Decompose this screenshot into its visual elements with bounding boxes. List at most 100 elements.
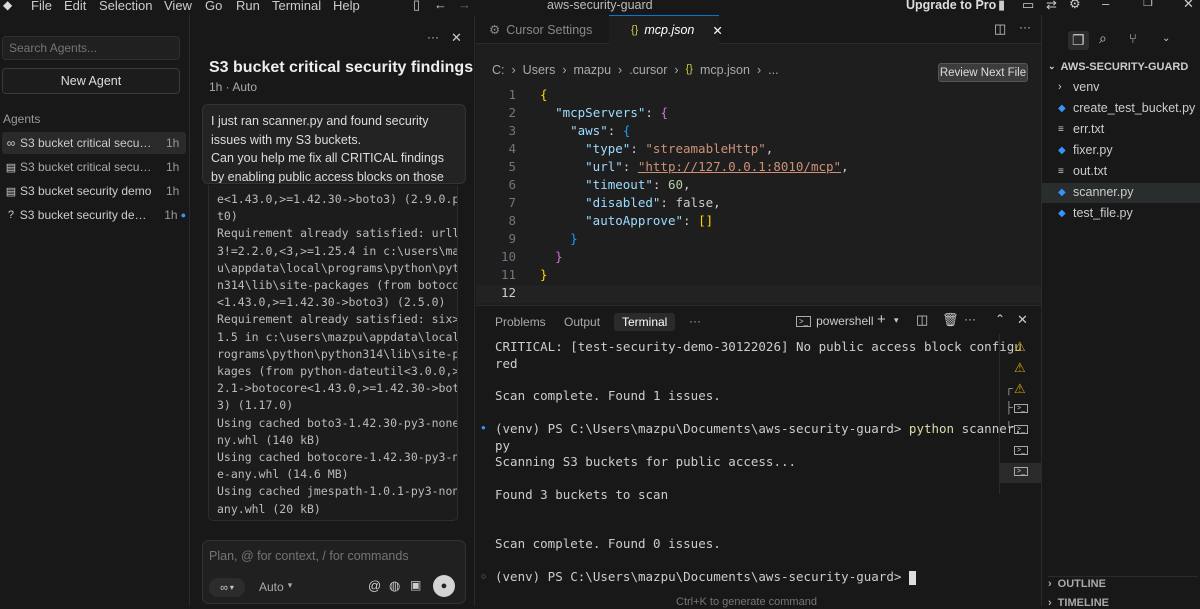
- json-url-string[interactable]: "http://127.0.0.1:8010/mcp": [638, 159, 841, 174]
- close-tab-icon[interactable]: ✕: [712, 23, 722, 38]
- files-icon[interactable]: ❐: [1068, 31, 1089, 50]
- globe-icon[interactable]: ◍: [389, 578, 400, 594]
- json-key: "url": [585, 159, 623, 174]
- back-arrow-icon[interactable]: ←: [434, 0, 447, 12]
- active-terminal-tab[interactable]: >_: [1000, 463, 1042, 483]
- trash-icon[interactable]: 🗑: [942, 312, 959, 328]
- agent-item[interactable]: ▤ S3 bucket critical securit... 1h: [2, 156, 186, 178]
- breadcrumb-item[interactable]: C:: [492, 63, 505, 77]
- new-agent-button[interactable]: New Agent: [2, 68, 180, 94]
- split-editor-icon[interactable]: ◫: [994, 21, 1006, 37]
- explorer-item-scanner[interactable]: ◆ scanner.py: [1058, 185, 1133, 199]
- command-decoration-icon: ●: [481, 423, 486, 432]
- menu-help[interactable]: Help: [333, 0, 360, 13]
- breadcrumb-item[interactable]: mcp.json: [700, 63, 750, 77]
- add-terminal-icon[interactable]: +: [877, 311, 886, 328]
- explorer-item-fixer[interactable]: ◆ fixer.py: [1058, 143, 1113, 157]
- swap-icon[interactable]: ⇄: [1046, 0, 1057, 13]
- explorer-item-venv[interactable]: › venv: [1058, 80, 1099, 94]
- breadcrumb-item[interactable]: mazpu: [574, 63, 612, 77]
- agent-item[interactable]: ▤ S3 bucket security demo 1h: [2, 180, 186, 202]
- menu-go[interactable]: Go: [205, 0, 222, 13]
- warning-icon[interactable]: ⚠: [1014, 381, 1026, 397]
- user-message-bubble[interactable]: I just ran scanner.py and found security…: [202, 104, 466, 184]
- terminal-icon: >_: [796, 315, 812, 327]
- forward-arrow-icon[interactable]: →: [458, 0, 471, 12]
- terminal-shell-selector[interactable]: >_ powershell: [796, 314, 874, 328]
- menu-file[interactable]: File: [31, 0, 52, 13]
- terminal-prompt[interactable]: (venv) PS C:\Users\mazpu\Documents\aws-s…: [495, 569, 916, 585]
- outline-section[interactable]: › OUTLINE: [1048, 576, 1198, 590]
- chevron-down-icon[interactable]: ⌄: [1162, 33, 1170, 44]
- json-key: "aws": [570, 123, 608, 138]
- menu-view[interactable]: View: [164, 0, 192, 13]
- agent-item[interactable]: ∞ S3 bucket critical securit... 1h: [2, 132, 186, 154]
- line-number: 9: [508, 231, 516, 246]
- close-chat-icon[interactable]: ✕: [451, 30, 462, 46]
- terminal-line: red: [495, 356, 518, 371]
- agent-item-time: 1h: [166, 136, 180, 150]
- layout-panel-icon[interactable]: ▭: [1022, 0, 1034, 13]
- chat-input[interactable]: [209, 547, 459, 565]
- explorer-item-create-test-bucket[interactable]: ◆ create_test_bucket.py: [1058, 101, 1195, 115]
- menu-run[interactable]: Run: [236, 0, 260, 13]
- tab-terminal[interactable]: Terminal: [614, 313, 676, 331]
- source-control-icon[interactable]: ⑂: [1129, 31, 1137, 46]
- upgrade-to-pro-button[interactable]: Upgrade to Pro: [906, 0, 996, 12]
- agents-section-label: Agents: [3, 112, 41, 126]
- toggle-sidebar-icon[interactable]: ▯: [413, 0, 420, 13]
- chevron-down-icon[interactable]: ▾: [894, 315, 899, 326]
- tab-output[interactable]: Output: [564, 315, 600, 329]
- layout-left-icon[interactable]: ▮: [998, 0, 1005, 13]
- terminal-icon[interactable]: >_: [1014, 446, 1028, 455]
- terminal-icon: >_: [1014, 467, 1028, 476]
- breadcrumb: C: › Users › mazpu › .cursor › {} mcp.json › …: [492, 63, 779, 77]
- maximize-panel-icon[interactable]: ⌃: [995, 312, 1005, 326]
- new-agent-label: New Agent: [60, 74, 122, 88]
- timeline-section[interactable]: › TIMELINE: [1048, 597, 1109, 609]
- menu-terminal[interactable]: Terminal: [272, 0, 321, 13]
- tab-problems[interactable]: Problems: [495, 315, 546, 329]
- agent-mode-button[interactable]: ∞ ▾: [209, 578, 245, 597]
- search-agents-input[interactable]: [2, 36, 180, 60]
- more-options-icon[interactable]: ···: [427, 30, 439, 44]
- restore-icon[interactable]: ❐: [1143, 0, 1153, 9]
- tab-cursor-settings[interactable]: ⚙ Cursor Settings: [476, 15, 608, 44]
- warning-icon[interactable]: ⚠: [1014, 360, 1026, 376]
- explorer-root[interactable]: ⌄ AWS-SECURITY-GUARD: [1048, 61, 1188, 73]
- review-next-file-button[interactable]: Review Next File: [938, 63, 1028, 82]
- explorer-item-err-txt[interactable]: ≡ err.txt: [1058, 122, 1104, 136]
- menu-edit[interactable]: Edit: [64, 0, 86, 13]
- line-number: 3: [508, 123, 516, 138]
- model-select[interactable]: Auto ▾: [259, 580, 292, 594]
- panel-more-tabs[interactable]: ···: [689, 314, 701, 328]
- gear-icon[interactable]: ⚙: [1069, 0, 1081, 12]
- breadcrumb-item[interactable]: .cursor: [629, 63, 667, 77]
- image-icon[interactable]: ▣: [410, 578, 421, 592]
- agent-item-label: S3 bucket critical securit...: [20, 136, 152, 150]
- menu-selection[interactable]: Selection: [99, 0, 152, 13]
- tab-mcp-json[interactable]: {} mcp.json ✕: [609, 15, 723, 44]
- terminal-icon[interactable]: >_: [1014, 425, 1028, 434]
- unread-dot: ●: [180, 210, 186, 220]
- close-window-icon[interactable]: ✕: [1183, 0, 1194, 12]
- terminal-icon[interactable]: >_: [1014, 404, 1028, 413]
- split-terminal-icon[interactable]: ◫: [916, 312, 928, 328]
- code-area[interactable]: 1{ 2 "mcpServers": { 3 "aws": { 4 "type"…: [476, 87, 1041, 305]
- search-icon[interactable]: ⌕: [1099, 30, 1107, 47]
- tree-line-icon: ┌: [1005, 383, 1013, 395]
- breadcrumb-item[interactable]: ...: [768, 63, 778, 77]
- mention-icon[interactable]: @: [368, 578, 381, 593]
- agent-item[interactable]: ? S3 bucket security demo 1h ●: [2, 204, 186, 226]
- chevron-right-icon: ›: [511, 63, 516, 77]
- more-actions-icon[interactable]: ···: [1019, 20, 1031, 34]
- close-panel-icon[interactable]: ✕: [1017, 312, 1028, 328]
- explorer-item-test-file[interactable]: ◆ test_file.py: [1058, 206, 1133, 220]
- chat-input-box[interactable]: ∞▾ Auto▾ @ ◍ ▣ ●: [202, 540, 466, 604]
- microphone-button[interactable]: ●: [433, 575, 455, 597]
- minimize-icon[interactable]: –: [1102, 0, 1109, 11]
- warning-icon[interactable]: ⚠: [1014, 339, 1026, 355]
- explorer-item-out-txt[interactable]: ≡ out.txt: [1058, 164, 1107, 178]
- breadcrumb-item[interactable]: Users: [523, 63, 556, 77]
- more-actions-icon[interactable]: ···: [964, 312, 976, 326]
